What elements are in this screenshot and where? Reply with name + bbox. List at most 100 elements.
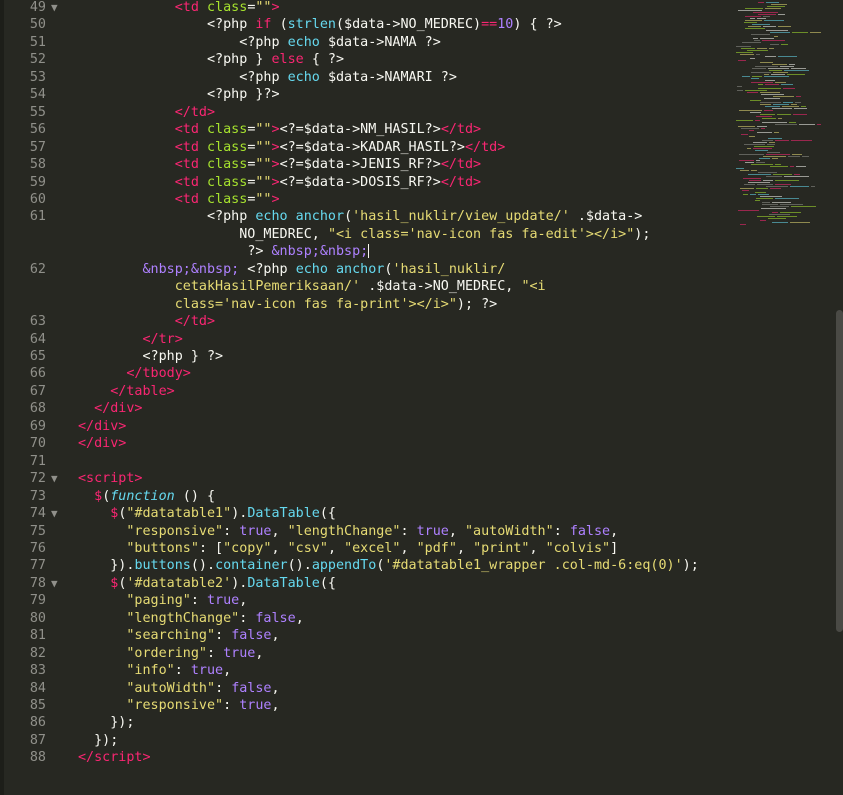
code-line[interactable]: 61 <?php echo anchor('hasil_nuklir/view_… [4,208,734,225]
code-line[interactable]: 82 "ordering": true, [4,645,734,662]
code-line[interactable]: class='nav-icon fas fa-print'></i>"); ?> [4,296,734,313]
code-line[interactable]: 74 ▼ $("#datatable1").DataTable({ [4,505,734,522]
fold-arrow-icon[interactable]: ▼ [51,0,58,16]
code-line[interactable]: 68 </div> [4,400,734,417]
code-line[interactable]: 57 <td class=""><?=$data->KADAR_HASIL?><… [4,139,734,156]
minimap[interactable] [731,0,831,230]
minimap-stroke [739,110,762,111]
fold-arrow-icon[interactable]: ▼ [51,575,58,592]
code-line[interactable]: 65 <?php } ?> [4,348,734,365]
code-line[interactable]: 71 [4,453,734,470]
code-line[interactable]: 87 }); [4,732,734,749]
code-line[interactable]: 54 <?php }?> [4,86,734,103]
code-line[interactable]: 80 "lengthChange": false, [4,610,734,627]
code-line[interactable]: 83 "info": true, [4,662,734,679]
minimap-stroke [771,4,787,5]
minimap-stroke [775,164,781,165]
code-line[interactable]: 70 </div> [4,435,734,452]
minimap-stroke [737,90,743,91]
minimap-stroke [757,216,775,217]
code-token: cetakHasilPemeriksaan/' [174,279,361,295]
code-token: "paging" [126,593,191,609]
code-token: true [239,523,272,539]
code-text: </div> [78,400,143,417]
code-line[interactable]: 60 <td class=""> [4,191,734,208]
code-line[interactable]: 63 </td> [4,313,734,330]
code-token: : [553,523,570,539]
code-token: <td [174,122,207,138]
code-line[interactable]: 72 ▼ <script> [4,470,734,487]
code-text: NO_MEDREC, "<i class='nav-icon fas fa-ed… [78,226,650,243]
code-line[interactable]: cetakHasilPemeriksaan/' .$data->NO_MEDRE… [4,278,734,295]
code-line[interactable]: NO_MEDREC, "<i class='nav-icon fas fa-ed… [4,226,734,243]
code-text: <td class=""> [78,191,280,208]
minimap-stroke [762,40,785,41]
minimap-stroke [765,84,779,85]
minimap-stroke [795,102,801,103]
minimap-stroke [762,204,778,205]
code-line[interactable]: 77 }).buttons().container().appendTo('#d… [4,557,734,574]
code-line[interactable]: 69 </div> [4,418,734,435]
code-token: ); [682,558,699,574]
line-number: 76 [29,540,46,556]
minimap-stroke [775,180,799,181]
code-line[interactable]: 88 </script> [4,749,734,766]
code-line[interactable]: 67 </table> [4,383,734,400]
code-line[interactable]: 62 &nbsp;&nbsp; <?php echo anchor('hasil… [4,261,734,278]
code-line[interactable]: 49 ▼ <td class=""> [4,0,734,16]
scrollbar-thumb[interactable] [836,310,843,632]
code-line[interactable]: 52 <?php } else { ?> [4,51,734,68]
code-line[interactable]: 76 "buttons": ["copy", "csv", "excel", "… [4,540,734,557]
code-line[interactable]: 53 <?php echo $data->NAMARI ?> [4,69,734,86]
minimap-stroke [760,62,773,63]
code-line[interactable]: 75 "responsive": true, "lengthChange": t… [4,523,734,540]
minimap-stroke [736,52,753,53]
code-editor[interactable]: 49 ▼ <td class=""> 50 <?php if (strlen($da… [0,0,843,795]
code-line[interactable]: 86 }); [4,714,734,731]
minimap-stroke [759,158,770,159]
code-line[interactable]: 78 ▼ $('#datatable2').DataTable({ [4,575,734,592]
code-token: > [271,139,280,155]
code-line[interactable]: 64 </tr> [4,331,734,348]
code-token: ({ [319,506,336,522]
code-line[interactable]: 84 "autoWidth": false, [4,680,734,697]
code-line[interactable]: 85 "responsive": true, [4,697,734,714]
code-token: : [400,523,417,539]
code-line[interactable]: 73 $(function () { [4,488,734,505]
code-line[interactable]: 79 "paging": true, [4,592,734,609]
minimap-stroke [766,186,788,187]
minimap-stroke [790,222,810,223]
minimap-stroke [796,166,806,167]
fold-arrow-icon[interactable]: ▼ [51,470,58,487]
minimap-stroke [764,98,780,99]
line-number: 59 [29,174,46,190]
minimap-stroke [753,12,778,13]
minimap-stroke [780,66,794,67]
code-line[interactable]: 51 <?php echo $data->NAMA ?> [4,34,734,51]
minimap-stroke [753,142,767,143]
fold-arrow-icon[interactable]: ▼ [51,505,58,522]
code-token: <?php [239,34,288,50]
minimap-stroke [811,186,815,187]
line-number: 74 [29,506,46,522]
minimap-stroke [775,140,789,141]
code-token: </tr> [142,331,183,347]
code-line[interactable]: 55 </td> [4,104,734,121]
code-line[interactable]: ?> &nbsp;&nbsp; [4,243,734,260]
minimap-stroke [810,32,821,33]
code-token: <?php }?> [207,87,280,103]
minimap-stroke [777,216,797,217]
code-token: </div> [94,401,143,417]
minimap-stroke [742,42,761,43]
code-token: , [448,523,465,539]
code-line[interactable]: 59 <td class=""><?=$data->DOSIS_RF?></td… [4,174,734,191]
minimap-stroke [791,104,797,105]
code-token: buttons [134,558,191,574]
line-number: 65 [29,349,46,364]
code-line[interactable]: 50 <?php if (strlen($data->NO_MEDREC)==1… [4,16,734,33]
code-line[interactable]: 81 "searching": false, [4,627,734,644]
code-line[interactable]: 66 </tbody> [4,365,734,382]
code-line[interactable]: 58 <td class=""><?=$data->JENIS_RF?></td… [4,156,734,173]
code-line[interactable]: 56 <td class=""><?=$data->NM_HASIL?></td… [4,121,734,138]
code-token: , [271,680,280,696]
